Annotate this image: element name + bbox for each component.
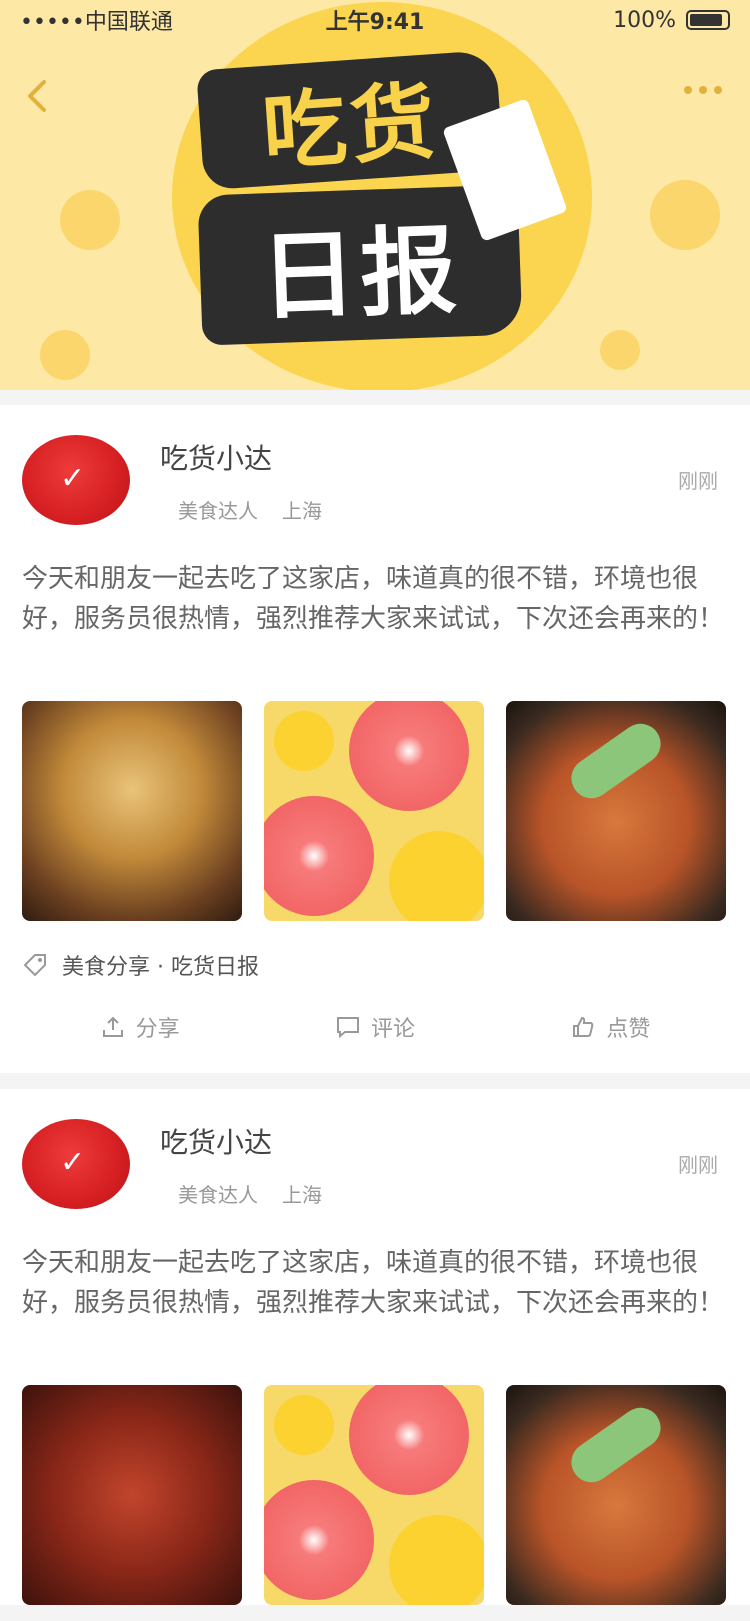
comment-icon — [336, 1017, 359, 1039]
banner-decoration — [600, 330, 640, 370]
like-icon — [573, 1016, 594, 1037]
status-bar: •••••中国联通 上午9:41 100% — [0, 0, 750, 40]
like-button[interactable]: 点赞 — [570, 1011, 650, 1043]
photo-stirfry-chicken[interactable] — [506, 1385, 726, 1605]
battery-icon — [686, 10, 730, 30]
avatar[interactable]: ✓ — [22, 1119, 130, 1209]
banner-decoration — [40, 330, 90, 380]
user-location: 上海 — [282, 1182, 322, 1207]
share-icon — [102, 1016, 123, 1037]
avatar[interactable]: ✓ — [22, 435, 130, 525]
status-carrier: •••••中国联通 — [20, 4, 173, 36]
photo-fruit-grapefruit[interactable] — [264, 701, 484, 921]
post-text: 今天和朋友一起去吃了这家店，味道真的很不错，环境也很好，服务员很热情，强烈推荐大… — [22, 564, 725, 634]
user-level: 美食达人 — [178, 498, 258, 523]
comment-button[interactable]: 评论 — [335, 1011, 415, 1043]
photo-stirfry-chicken[interactable] — [506, 701, 726, 921]
user-name[interactable]: 吃货小达 — [160, 1121, 322, 1161]
user-location: 上海 — [282, 498, 322, 523]
more-icon[interactable] — [678, 70, 728, 110]
post-card[interactable]: ✓ 吃货小达 美食达人 上海 刚刚 今天和朋友一起去吃了这家店，味道真的很不错，… — [0, 405, 750, 1073]
post-card[interactable]: ✓ 吃货小达 美食达人 上海 刚刚 今天和朋友一起去吃了这家店，味道真的很不错，… — [0, 1089, 750, 1605]
status-time: 上午9:41 — [325, 10, 425, 35]
comment-label: 评论 — [370, 1017, 415, 1042]
like-label: 点赞 — [606, 1017, 651, 1042]
share-label: 分享 — [135, 1017, 180, 1042]
carrier-label: •••••中国联通 — [20, 10, 173, 35]
post-actions: 分享 评论 点赞 — [22, 981, 728, 1073]
post-photos — [22, 701, 728, 921]
user-level: 美食达人 — [178, 1182, 258, 1207]
banner-title-line2: 日报 — [258, 214, 463, 333]
back-icon[interactable] — [18, 76, 58, 116]
photo-food-crayfish[interactable] — [22, 1385, 242, 1605]
post-photos — [22, 1385, 728, 1605]
banner-decoration — [60, 190, 120, 250]
post-header: ✓ 吃货小达 美食达人 上海 刚刚 — [22, 425, 728, 535]
header-banner: 吃货 日报 — [0, 0, 750, 390]
banner-title-line1: 吃货 — [259, 71, 442, 182]
tag-icon — [23, 954, 46, 977]
post-header: ✓ 吃货小达 美食达人 上海 刚刚 — [22, 1109, 728, 1219]
post-time: 刚刚 — [678, 469, 718, 493]
status-battery: 100% — [613, 8, 730, 33]
share-button[interactable]: 分享 — [100, 1011, 180, 1043]
tag-label: 美食分享 · 吃货日报 — [62, 955, 259, 980]
battery-label: 100% — [613, 7, 676, 33]
post-time: 刚刚 — [678, 1153, 718, 1177]
post-text: 今天和朋友一起去吃了这家店，味道真的很不错，环境也很好，服务员很热情，强烈推荐大… — [22, 1248, 725, 1318]
user-name[interactable]: 吃货小达 — [160, 437, 322, 477]
banner-decoration — [650, 180, 720, 250]
post-tag[interactable]: 美食分享 · 吃货日报 — [22, 949, 728, 981]
photo-food-pastry[interactable] — [22, 701, 242, 921]
photo-fruit-grapefruit[interactable] — [264, 1385, 484, 1605]
post-feed: ✓ 吃货小达 美食达人 上海 刚刚 今天和朋友一起去吃了这家店，味道真的很不错，… — [0, 405, 750, 1621]
